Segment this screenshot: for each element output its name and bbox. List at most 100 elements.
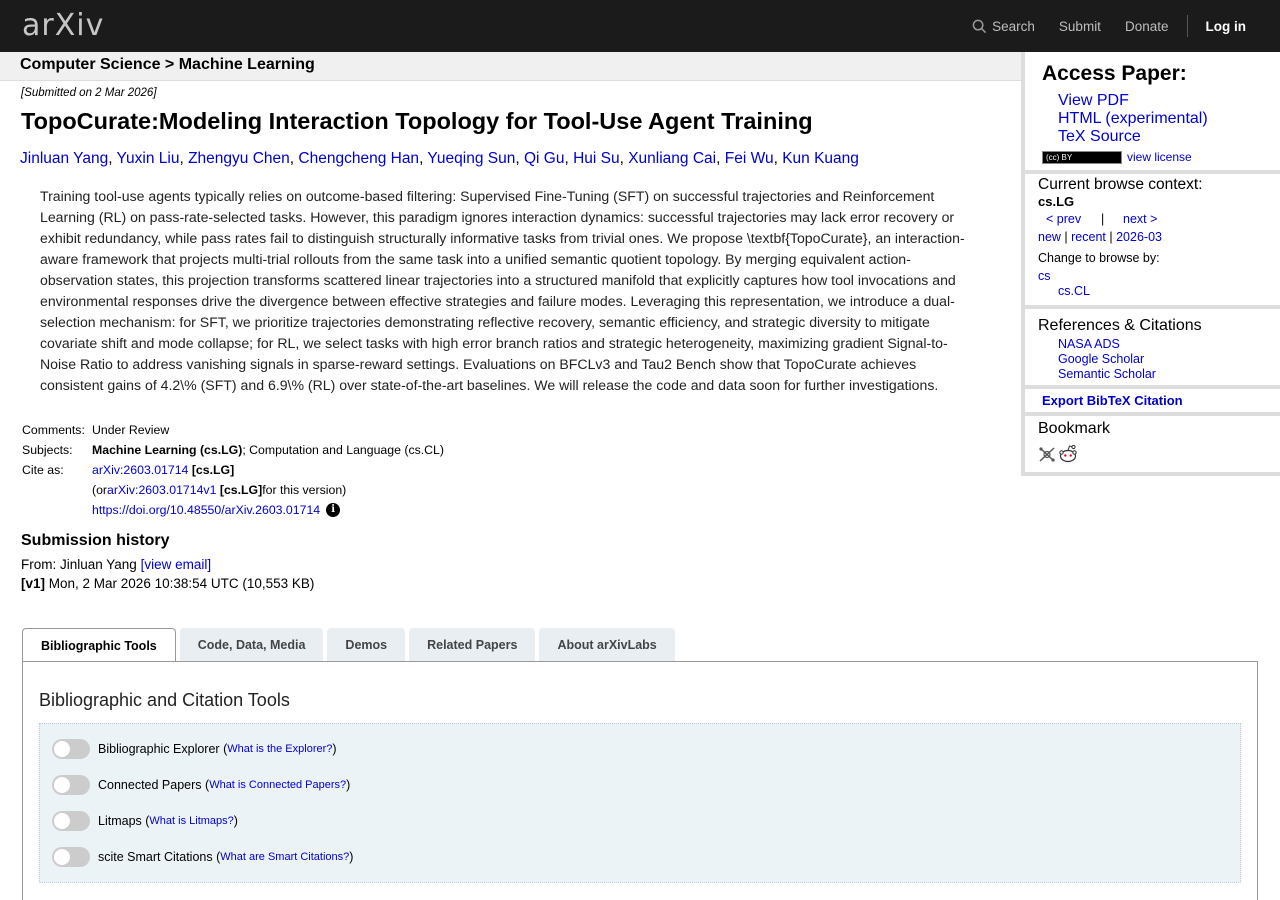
doi-row: https://doi.org/10.48550/arXiv.2603.0171…	[22, 500, 444, 520]
tab-about-arxivlabs[interactable]: About arXivLabs	[539, 628, 675, 661]
tab-related-papers[interactable]: Related Papers	[409, 628, 536, 661]
cite-v1-link[interactable]: arXiv:2603.01714v1	[107, 483, 216, 497]
right-sidebar: Access Paper: View PDF HTML (experimenta…	[1021, 52, 1280, 476]
tool-tabs: Bibliographic Tools Code, Data, Media De…	[22, 628, 679, 662]
v1-label[interactable]: [v1]	[21, 576, 45, 591]
cite-version-row: (or arXiv:2603.01714v1 [cs.LG] for this …	[22, 480, 444, 500]
toggle-label: scite Smart Citations	[98, 850, 213, 864]
abstract: Training tool-use agents typically relie…	[40, 188, 965, 393]
access-paper-heading: Access Paper:	[1042, 62, 1187, 85]
html-link[interactable]: HTML (experimental)	[1058, 110, 1208, 128]
donate-link[interactable]: Donate	[1125, 19, 1169, 34]
view-pdf-link[interactable]: View PDF	[1058, 92, 1129, 110]
semantic-scholar-link[interactable]: Semantic Scholar	[1058, 367, 1156, 381]
toggle-list: Bibliographic Explorer (What is the Expl…	[39, 723, 1241, 883]
month-link[interactable]: 2026-03	[1116, 230, 1162, 244]
author-link[interactable]: Qi Gu	[524, 150, 564, 167]
subjects-row: Subjects: Machine Learning (cs.LG); Comp…	[22, 440, 444, 460]
nav-divider	[1186, 15, 1188, 37]
help-link[interactable]: What is Litmaps?	[149, 815, 233, 827]
references-heading: References & Citations	[1038, 317, 1202, 334]
version-v1: [v1] Mon, 2 Mar 2026 10:38:54 UTC (10,55…	[21, 576, 314, 591]
submit-link[interactable]: Submit	[1059, 19, 1101, 34]
author-link[interactable]: Xunliang Cai	[628, 150, 716, 167]
export-box: Export BibTeX Citation	[1025, 389, 1280, 412]
cc-by-badge[interactable]: (cc) BY	[1042, 150, 1122, 164]
export-bibtex-link[interactable]: Export BibTeX Citation	[1042, 393, 1183, 408]
info-icon[interactable]: i	[326, 503, 341, 517]
author-link[interactable]: Jinluan Yang	[20, 150, 108, 167]
comments-row: Comments: Under Review	[22, 420, 444, 440]
primary-subject: Machine Learning (cs.LG)	[92, 443, 243, 457]
change-browse-label: Change to browse by:	[1038, 251, 1160, 265]
cite-row: Cite as: arXiv:2603.01714 [cs.LG]	[22, 460, 444, 480]
subjects-label: Subjects:	[22, 443, 73, 457]
recent-link[interactable]: recent	[1071, 230, 1106, 244]
prev-link[interactable]: < prev	[1046, 212, 1081, 226]
toggle-row-litmaps: Litmaps (What is Litmaps?)	[52, 811, 238, 831]
author-link[interactable]: Fei Wu	[725, 150, 774, 167]
bookmark-box: Bookmark	[1025, 416, 1280, 472]
browse-context-label: Current browse context:	[1038, 176, 1203, 193]
author-link[interactable]: Yueqing Sun	[427, 150, 515, 167]
new-link[interactable]: new	[1038, 230, 1061, 244]
reddit-icon[interactable]	[1058, 444, 1078, 463]
top-bar: arXiv Search Submit Donate Log in	[0, 0, 1280, 52]
connected-papers-toggle[interactable]	[52, 775, 90, 795]
search-label: Search	[992, 18, 1035, 34]
top-nav: Search Submit Donate Log in	[948, 0, 1246, 52]
toggle-label: Litmaps	[98, 814, 142, 828]
submission-history-heading: Submission history	[21, 532, 170, 549]
prev-next-divider: |	[1101, 212, 1105, 226]
scite-toggle[interactable]	[52, 847, 90, 867]
toggle-label: Bibliographic Explorer	[98, 742, 220, 756]
metadata-table: Comments: Under Review Subjects: Machine…	[22, 420, 444, 520]
comments-label: Comments:	[22, 423, 85, 437]
paper-title: TopoCurate:Modeling Interaction Topology…	[21, 108, 813, 134]
browse-context-box: Current browse context: cs.LG < prev | n…	[1025, 174, 1280, 305]
browse-cs-link[interactable]: cs	[1038, 269, 1051, 283]
author-link[interactable]: Hui Su	[573, 150, 620, 167]
help-link[interactable]: What is Connected Papers?	[209, 779, 346, 791]
comments-value: Under Review	[92, 423, 170, 437]
tab-panel: Bibliographic and Citation Tools Bibliog…	[22, 661, 1258, 900]
list-links: new | recent | 2026-03	[1038, 230, 1162, 244]
other-subjects: ; Computation and Language (cs.CL)	[242, 443, 444, 457]
login-link[interactable]: Log in	[1206, 19, 1247, 34]
author-link[interactable]: Kun Kuang	[782, 150, 859, 167]
access-paper-box: Access Paper: View PDF HTML (experimenta…	[1025, 52, 1280, 170]
search-link[interactable]: Search	[972, 19, 1035, 34]
view-email-link[interactable]: [view email]	[141, 557, 212, 572]
bibsonomy-icon[interactable]	[1038, 446, 1056, 463]
explorer-toggle[interactable]	[52, 739, 90, 759]
tab-bibliographic-tools[interactable]: Bibliographic Tools	[22, 628, 176, 662]
browse-cscl-link[interactable]: cs.CL	[1058, 284, 1090, 298]
help-link[interactable]: What are Smart Citations?	[220, 851, 349, 863]
cite-label: Cite as:	[22, 463, 64, 477]
help-link[interactable]: What is the Explorer?	[227, 743, 332, 755]
view-license-link[interactable]: view license	[1127, 150, 1192, 164]
arxiv-logo[interactable]: arXiv	[22, 8, 104, 46]
browse-context-value: cs.LG	[1038, 194, 1075, 209]
litmaps-toggle[interactable]	[52, 811, 90, 831]
author-link[interactable]: Zhengyu Chen	[188, 150, 290, 167]
toggle-row-scite: scite Smart Citations (What are Smart Ci…	[52, 847, 353, 867]
tab-code-data-media[interactable]: Code, Data, Media	[179, 628, 324, 661]
author-link[interactable]: Chengcheng Han	[298, 150, 419, 167]
or-prefix: (or	[92, 483, 108, 497]
cite-v1-category: [cs.LG]	[219, 483, 263, 497]
breadcrumb-strip: Computer Science > Machine Learning	[0, 52, 1022, 81]
license-row: (cc) BY view license	[1042, 150, 1192, 164]
tex-source-link[interactable]: TeX Source	[1058, 128, 1141, 146]
breadcrumb: Computer Science > Machine Learning	[20, 56, 315, 73]
author-link[interactable]: Yuxin Liu	[117, 150, 180, 167]
panel-title: Bibliographic and Citation Tools	[39, 690, 290, 710]
tab-demos[interactable]: Demos	[327, 628, 406, 661]
nasa-ads-link[interactable]: NASA ADS	[1058, 337, 1120, 351]
from-text: From: Jinluan Yang	[21, 557, 141, 572]
cite-id-link[interactable]: arXiv:2603.01714	[92, 463, 188, 477]
google-scholar-link[interactable]: Google Scholar	[1058, 352, 1144, 366]
doi-link[interactable]: https://doi.org/10.48550/arXiv.2603.0171…	[92, 503, 320, 517]
next-link[interactable]: next >	[1123, 212, 1157, 226]
or-suffix: for this version)	[262, 483, 347, 497]
